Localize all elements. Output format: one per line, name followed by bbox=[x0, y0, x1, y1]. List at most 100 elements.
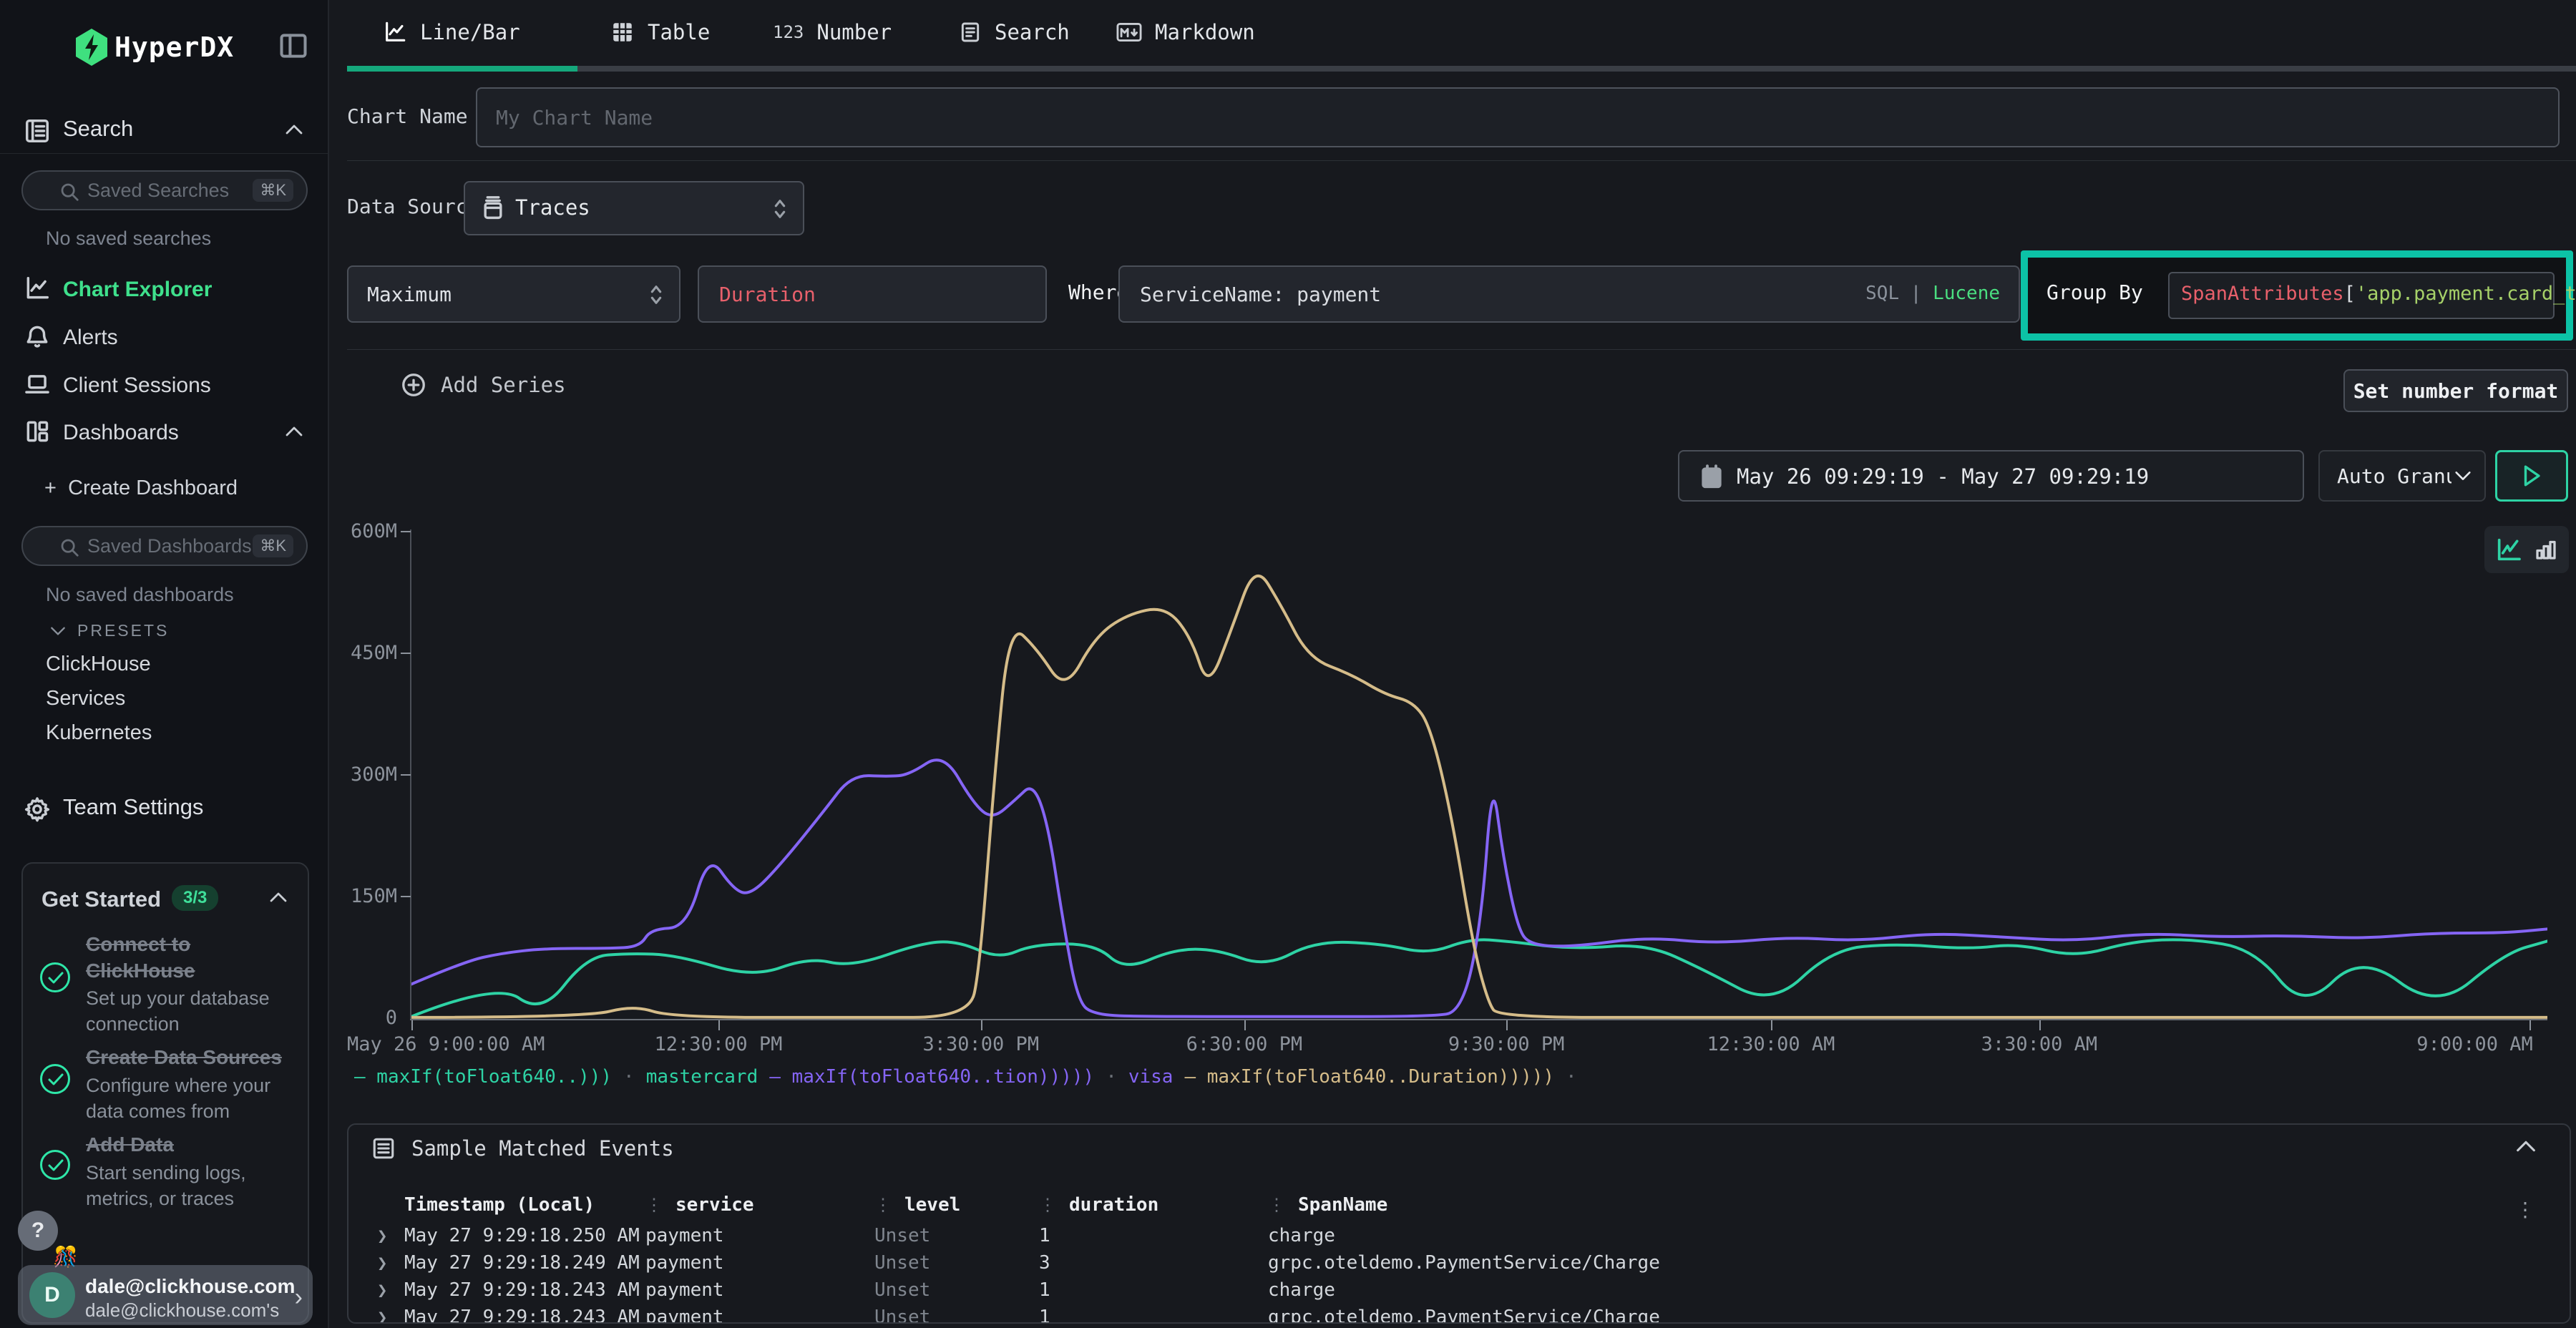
presets-label: PRESETS bbox=[77, 621, 169, 640]
user-subtitle: dale@clickhouse.com's bbox=[85, 1299, 279, 1322]
saved-dashboards-search[interactable]: ⌘K bbox=[21, 526, 308, 566]
legend-entry[interactable]: mastercard bbox=[646, 1066, 758, 1088]
granularity-select[interactable]: Auto Granularity bbox=[2318, 450, 2486, 502]
column-header-timestamp[interactable]: Timestamp (Local) bbox=[404, 1194, 645, 1216]
row-expander-icon[interactable]: ❯ bbox=[377, 1226, 404, 1246]
active-tab-indicator bbox=[347, 66, 577, 72]
legend-entry[interactable]: — maxIf(toFloat640..tion))))) bbox=[769, 1066, 1094, 1088]
preset-services[interactable]: Services bbox=[46, 687, 125, 711]
column-header-level[interactable]: ⋮level bbox=[874, 1194, 1039, 1216]
tab-number[interactable]: 123 Number bbox=[773, 20, 892, 44]
date-range-input[interactable]: May 26 09:29:19 - May 27 09:29:19 bbox=[1678, 450, 2304, 502]
aggregation-select[interactable]: Maximum bbox=[347, 265, 680, 323]
sidebar-item-client-sessions[interactable]: Client Sessions bbox=[0, 374, 329, 404]
where-input[interactable]: ServiceName: payment SQL | Lucene bbox=[1118, 265, 2020, 323]
tab-label: Table bbox=[648, 20, 710, 44]
table-row[interactable]: ❯ May 27 9:29:18.243 AM payment Unset 1 … bbox=[348, 1304, 2538, 1324]
tab-line-bar[interactable]: Line/Bar bbox=[383, 20, 520, 44]
set-number-format-button[interactable]: Set number format bbox=[2343, 369, 2568, 412]
saved-searches-search[interactable]: ⌘K bbox=[21, 170, 308, 210]
check-circle-icon bbox=[40, 1064, 70, 1094]
data-source-select[interactable]: Traces bbox=[464, 181, 804, 235]
y-tick-mark bbox=[401, 896, 411, 897]
sidebar-item-chart-explorer[interactable]: Chart Explorer bbox=[0, 278, 329, 308]
saved-dashboards-input[interactable] bbox=[87, 532, 266, 560]
sidebar-section-search[interactable]: Search bbox=[0, 114, 329, 147]
cell-service: payment bbox=[645, 1252, 874, 1274]
row-expander-icon[interactable]: ❯ bbox=[377, 1307, 404, 1324]
create-dashboard-button[interactable]: + Create Dashboard bbox=[44, 477, 238, 500]
x-tick-label: 6:30:00 PM bbox=[1186, 1033, 1303, 1055]
preset-kubernetes[interactable]: Kubernetes bbox=[46, 721, 152, 745]
cell-level: Unset bbox=[874, 1225, 1039, 1246]
cell-spanname: charge bbox=[1268, 1225, 2538, 1246]
sql-option[interactable]: SQL bbox=[1865, 283, 1899, 304]
column-drag-icon: ⋮ bbox=[1268, 1195, 1285, 1215]
column-header-service[interactable]: ⋮service bbox=[645, 1194, 874, 1216]
cell-spanname: grpc.oteldemo.PaymentService/Charge bbox=[1268, 1252, 2538, 1274]
table-row[interactable]: ❯ May 27 9:29:18.250 AM payment Unset 1 … bbox=[348, 1222, 2538, 1249]
cell-level: Unset bbox=[874, 1279, 1039, 1301]
cell-timestamp: May 27 9:29:18.249 AM bbox=[404, 1252, 645, 1274]
table-row[interactable]: ❯ May 27 9:29:18.249 AM payment Unset 3 … bbox=[348, 1249, 2538, 1276]
events-rows: ❯ May 27 9:29:18.250 AM payment Unset 1 … bbox=[348, 1222, 2538, 1324]
tab-table[interactable]: Table bbox=[610, 20, 710, 44]
x-tick-mark bbox=[2039, 1020, 2041, 1030]
user-menu[interactable]: D dale@clickhouse.com dale@clickhouse.co… bbox=[18, 1265, 313, 1325]
field-input[interactable]: Duration bbox=[698, 265, 1047, 323]
preset-clickhouse[interactable]: ClickHouse bbox=[46, 653, 151, 676]
calendar-icon bbox=[1699, 464, 1724, 490]
events-header[interactable]: Sample Matched Events bbox=[348, 1125, 2570, 1171]
table-options-icon[interactable]: ⋮ bbox=[2515, 1198, 2535, 1221]
presets-toggle[interactable]: PRESETS bbox=[49, 621, 169, 640]
legend-separator: · bbox=[1106, 1066, 1117, 1088]
add-series-button[interactable]: Add Series bbox=[401, 372, 566, 398]
lucene-option[interactable]: Lucene bbox=[1933, 283, 2000, 304]
chevron-up-icon[interactable] bbox=[2514, 1138, 2538, 1155]
legend-entry[interactable]: visa bbox=[1128, 1066, 1174, 1088]
get-started-item-desc: Set up your database connection bbox=[86, 985, 301, 1037]
sidebar-item-team-settings[interactable]: Team Settings bbox=[0, 793, 329, 826]
row-expander-icon[interactable]: ❯ bbox=[377, 1280, 404, 1300]
legend-entry[interactable]: — maxIf(toFloat640..Duration))))) bbox=[1184, 1066, 1554, 1088]
list-icon bbox=[371, 1136, 396, 1161]
chart-series-line bbox=[411, 939, 2547, 1016]
tab-search[interactable]: Search bbox=[959, 20, 1070, 44]
y-tick-label: 600M bbox=[322, 521, 397, 542]
chevron-down-icon bbox=[49, 625, 67, 638]
hyperdx-logo-icon[interactable] bbox=[73, 27, 110, 67]
x-tick-mark bbox=[981, 1020, 982, 1030]
data-source-value: Traces bbox=[515, 195, 590, 220]
legend-entry[interactable]: — maxIf(toFloat640..))) bbox=[354, 1066, 612, 1088]
saved-searches-input[interactable] bbox=[87, 176, 266, 205]
dashboard-grid-icon bbox=[24, 418, 51, 445]
x-tick-label: May 26 9:00:00 AM bbox=[347, 1033, 545, 1055]
sidebar-item-dashboards[interactable]: Dashboards bbox=[0, 421, 329, 451]
run-query-button[interactable] bbox=[2495, 450, 2568, 502]
collapse-sidebar-icon[interactable] bbox=[278, 30, 309, 62]
column-header-spanname[interactable]: ⋮SpanName bbox=[1268, 1194, 2495, 1216]
chevron-up-icon[interactable] bbox=[268, 889, 289, 905]
table-row[interactable]: ❯ May 27 9:29:18.243 AM payment Unset 1 … bbox=[348, 1276, 2538, 1304]
y-tick-label: 150M bbox=[322, 886, 397, 907]
x-tick-label: 9:30:00 PM bbox=[1448, 1033, 1565, 1055]
search-icon bbox=[59, 181, 80, 202]
chevron-up-icon[interactable] bbox=[283, 424, 305, 439]
row-expander-icon[interactable]: ❯ bbox=[377, 1253, 404, 1273]
get-started-item-title: Create Data Sources bbox=[86, 1044, 301, 1070]
chart-name-input[interactable] bbox=[476, 87, 2560, 147]
chart-plot[interactable] bbox=[411, 529, 2547, 1023]
x-tick-mark bbox=[2529, 1020, 2531, 1030]
tab-markdown[interactable]: Markdown bbox=[1116, 20, 1255, 44]
chevron-up-icon[interactable] bbox=[283, 122, 305, 137]
get-started-item-title: Add Data bbox=[86, 1131, 301, 1158]
group-by-input[interactable]: SpanAttributes['app.payment.card_type'] bbox=[2168, 272, 2555, 319]
column-drag-icon: ⋮ bbox=[645, 1195, 663, 1215]
main-content: Line/Bar Table 123 Number Search Markdow… bbox=[329, 0, 2576, 1328]
help-button[interactable]: ? bbox=[18, 1211, 58, 1251]
y-tick-label: 300M bbox=[322, 764, 397, 786]
data-source-label: Data Source bbox=[347, 195, 479, 218]
sidebar-item-alerts[interactable]: Alerts bbox=[0, 326, 329, 356]
column-header-duration[interactable]: ⋮duration bbox=[1039, 1194, 1268, 1216]
query-language-toggle[interactable]: SQL | Lucene bbox=[1865, 283, 2000, 304]
